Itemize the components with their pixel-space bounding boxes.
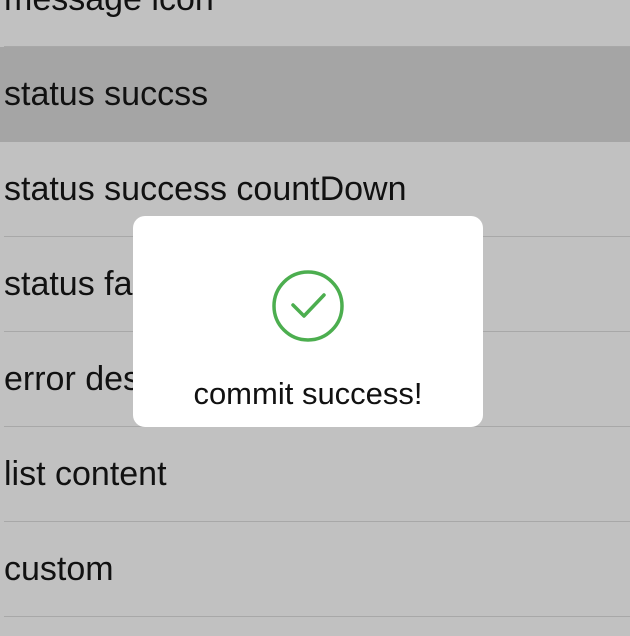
list-item-label: list content <box>4 455 167 493</box>
list-item-label: status succss <box>4 75 209 113</box>
list-item-custom[interactable]: custom <box>0 522 630 617</box>
list-item-label: custom <box>4 550 114 588</box>
list-item-message-icon[interactable]: message icon <box>0 0 630 47</box>
list-item-label: message icon <box>4 0 214 19</box>
check-circle-icon <box>272 270 344 342</box>
list-item-list-content[interactable]: list content <box>0 427 630 522</box>
list-item-label: status fail <box>4 265 148 303</box>
list-item-label: status success countDown <box>4 170 407 208</box>
list-item-status-success[interactable]: status succss <box>0 47 630 142</box>
success-toast: commit success! <box>133 216 483 427</box>
toast-message: commit success! <box>193 376 423 411</box>
